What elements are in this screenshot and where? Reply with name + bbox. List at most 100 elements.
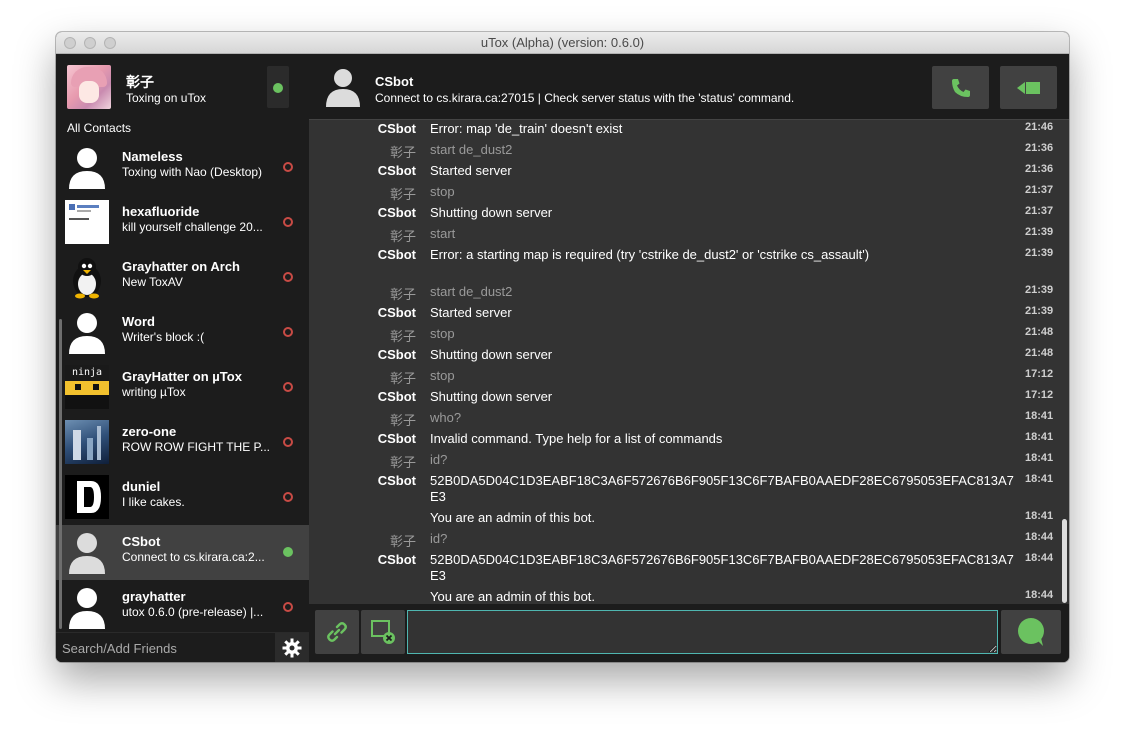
contact-name: Grayhatter on Arch: [122, 259, 240, 274]
contact-list: Nameless Toxing with Nao (Desktop) hexaf…: [56, 140, 309, 635]
message-author[interactable]: CSbot: [378, 552, 416, 567]
contact-list-scrollbar[interactable]: [59, 319, 62, 629]
message-text[interactable]: who?: [430, 410, 1018, 426]
contact-status-message: utox 0.6.0 (pre-release) |...: [122, 605, 264, 619]
contact-name: Nameless: [122, 149, 183, 164]
message-author[interactable]: 彰子: [390, 184, 416, 203]
send-message-button[interactable]: [1001, 610, 1061, 654]
video-call-button[interactable]: [1000, 66, 1057, 109]
contact-item[interactable]: grayhatter utox 0.6.0 (pre-release) |...: [56, 580, 309, 635]
message-text[interactable]: start de_dust2: [430, 142, 1018, 158]
message-text[interactable]: You are an admin of this bot.: [430, 510, 1018, 526]
screenshot-icon: [371, 620, 395, 644]
message-text[interactable]: You are an admin of this bot.: [430, 589, 1018, 604]
message-author[interactable]: 彰子: [390, 452, 416, 471]
window-controls: [64, 37, 116, 49]
self-profile[interactable]: 彰子 Toxing on uTox: [56, 54, 309, 119]
message-timestamp: 18:41: [1025, 431, 1054, 443]
contact-item[interactable]: hexafluoride kill yourself challenge 20.…: [56, 195, 309, 250]
contact-name: duniel: [122, 479, 161, 494]
offline-status-icon: [283, 272, 293, 282]
self-status-button[interactable]: [267, 66, 289, 108]
contact-item[interactable]: duniel I like cakes.: [56, 470, 309, 525]
message-author[interactable]: 彰子: [390, 226, 416, 245]
message-input[interactable]: [407, 610, 998, 654]
phone-icon: [951, 78, 970, 97]
message-text[interactable]: Error: map 'de_train' doesn't exist: [430, 121, 1018, 137]
message-author[interactable]: CSbot: [378, 473, 416, 488]
message-author[interactable]: 彰子: [390, 368, 416, 387]
message-text[interactable]: id?: [430, 531, 1018, 547]
paperclip-icon: [327, 622, 347, 642]
default-avatar-icon: [65, 145, 109, 189]
self-avatar[interactable]: [67, 65, 111, 109]
message-author[interactable]: CSbot: [378, 163, 416, 178]
message-text[interactable]: Error: a starting map is required (try '…: [430, 247, 1018, 263]
offline-status-icon: [283, 492, 293, 502]
pixel-d-icon: [65, 475, 109, 519]
minimize-window-button[interactable]: [84, 37, 96, 49]
audio-call-button[interactable]: [932, 66, 989, 109]
message-author[interactable]: 彰子: [390, 284, 416, 303]
contact-filter[interactable]: All Contacts: [67, 121, 131, 135]
message-timestamp: 18:41: [1025, 473, 1054, 485]
contact-item[interactable]: ninja GrayHatter on µTox writing µTox: [56, 360, 309, 415]
message-text[interactable]: Shutting down server: [430, 205, 1018, 221]
message-text[interactable]: stop: [430, 184, 1018, 200]
message-text[interactable]: Shutting down server: [430, 389, 1018, 405]
message-author[interactable]: 彰子: [390, 531, 416, 550]
self-name[interactable]: 彰子: [126, 72, 154, 92]
contact-name: hexafluoride: [122, 204, 200, 219]
offline-status-icon: [283, 327, 293, 337]
message-text[interactable]: start: [430, 226, 1018, 242]
contact-name: GrayHatter on µTox: [122, 369, 242, 384]
contact-status-message: I like cakes.: [122, 495, 185, 509]
zoom-window-button[interactable]: [104, 37, 116, 49]
title-bar[interactable]: uTox (Alpha) (version: 0.6.0): [56, 32, 1069, 54]
contact-item[interactable]: zero-one ROW ROW FIGHT THE P...: [56, 415, 309, 470]
message-timestamp: 21:37: [1025, 205, 1054, 217]
tux-penguin-icon: [65, 255, 109, 299]
message-author[interactable]: CSbot: [378, 305, 416, 320]
message-author[interactable]: CSbot: [378, 389, 416, 404]
message-author[interactable]: CSbot: [378, 247, 416, 262]
message-author[interactable]: 彰子: [390, 326, 416, 345]
chat-header: CSbot Connect to cs.kirara.ca:27015 | Ch…: [309, 54, 1069, 120]
message-text[interactable]: 52B0DA5D04C1D3EABF18C3A6F572676B6F905F13…: [430, 473, 1018, 505]
message-timestamp: 18:41: [1025, 452, 1054, 464]
message-author[interactable]: CSbot: [378, 205, 416, 220]
contact-status-message: Writer's block :(: [122, 330, 205, 344]
message-text[interactable]: Invalid command. Type help for a list of…: [430, 431, 1018, 447]
default-avatar-icon: [65, 530, 109, 574]
contact-item-active[interactable]: CSbot Connect to cs.kirara.ca:2...: [56, 525, 309, 580]
contact-item[interactable]: Word Writer's block :(: [56, 305, 309, 360]
self-status-message[interactable]: Toxing on uTox: [126, 91, 206, 105]
screenshot-button[interactable]: [361, 610, 405, 654]
scene-avatar-icon: [65, 420, 109, 464]
message-text[interactable]: id?: [430, 452, 1018, 468]
message-text[interactable]: 52B0DA5D04C1D3EABF18C3A6F572676B6F905F13…: [430, 552, 1018, 584]
message-text[interactable]: Started server: [430, 163, 1018, 179]
offline-status-icon: [283, 382, 293, 392]
message-author[interactable]: CSbot: [378, 121, 416, 136]
settings-button[interactable]: [275, 633, 309, 662]
message-text[interactable]: Started server: [430, 305, 1018, 321]
message-text[interactable]: start de_dust2: [430, 284, 1018, 300]
send-file-button[interactable]: [315, 610, 359, 654]
message-author[interactable]: CSbot: [378, 347, 416, 362]
close-window-button[interactable]: [64, 37, 76, 49]
message-text[interactable]: stop: [430, 368, 1018, 384]
message-list-scrollbar[interactable]: [1062, 519, 1067, 603]
app-window: uTox (Alpha) (version: 0.6.0) 彰子 Toxing …: [56, 32, 1069, 662]
search-add-friends-input[interactable]: [56, 633, 275, 662]
chat-contact-name: CSbot: [375, 74, 414, 89]
contact-item[interactable]: Nameless Toxing with Nao (Desktop): [56, 140, 309, 195]
message-text[interactable]: stop: [430, 326, 1018, 342]
message-author[interactable]: 彰子: [390, 410, 416, 429]
message-author[interactable]: CSbot: [378, 431, 416, 446]
contact-name: grayhatter: [122, 589, 186, 604]
message-text[interactable]: Shutting down server: [430, 347, 1018, 363]
gear-icon: [282, 638, 302, 658]
message-author[interactable]: 彰子: [390, 142, 416, 161]
contact-item[interactable]: Grayhatter on Arch New ToxAV: [56, 250, 309, 305]
